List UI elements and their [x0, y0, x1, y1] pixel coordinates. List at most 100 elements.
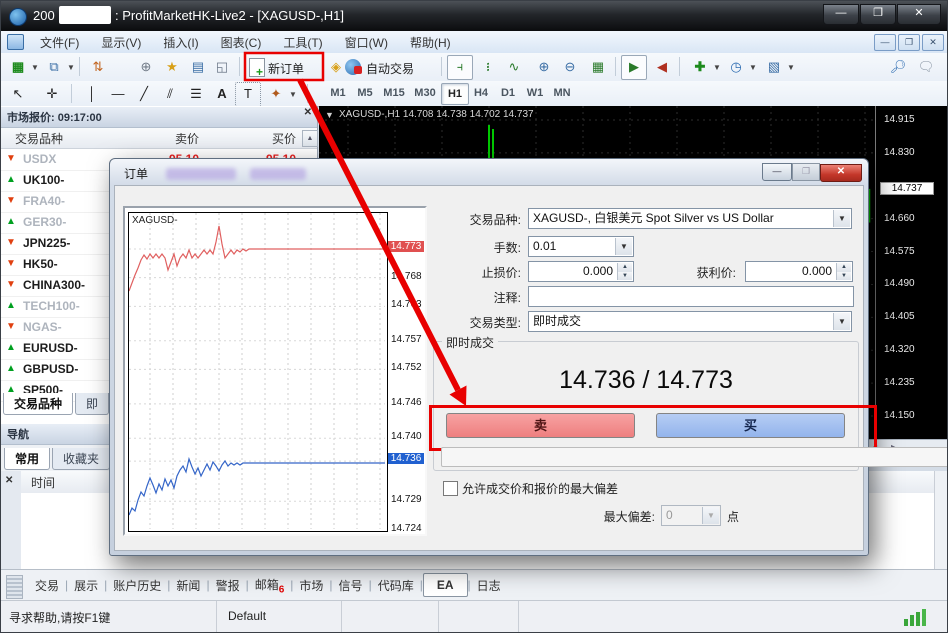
bottom-tab-展示[interactable]: 展示 — [68, 574, 104, 597]
terminal-scrollbar[interactable] — [934, 471, 948, 569]
data-window-icon[interactable]: ◱ — [209, 55, 235, 80]
shapes-dropdown-icon[interactable]: ▼ — [289, 90, 297, 99]
candlestick-mode-icon[interactable]: ᎒ — [475, 55, 501, 80]
new-chart-icon[interactable]: ▦ — [5, 55, 31, 80]
menu-item[interactable]: 窗口(W) — [334, 34, 399, 51]
dialog-minimize-button[interactable]: — — [762, 163, 792, 181]
max-deviation-select[interactable]: 0 ▼ — [661, 505, 721, 526]
tick-chart-icon[interactable]: ⇅ — [85, 55, 111, 80]
child-minimize-button[interactable]: — — [874, 34, 896, 51]
max-deviation-dropdown-icon[interactable]: ▼ — [702, 507, 719, 524]
menu-item[interactable]: 插入(I) — [152, 34, 209, 51]
column-sell[interactable]: 卖价 — [121, 130, 199, 147]
take-profit-input[interactable]: 0.000 ▲▼ — [745, 261, 853, 282]
bottom-tab-代码库[interactable]: 代码库 — [372, 574, 420, 597]
timeframe-H4[interactable]: H4 — [468, 83, 494, 103]
bottom-tab-交易[interactable]: 交易 — [29, 574, 65, 597]
search-icon[interactable]: 🔎︎ — [885, 55, 911, 80]
indicators-dropdown-icon[interactable]: ▼ — [713, 63, 721, 72]
volume-select[interactable]: 0.01 ▼ — [528, 236, 634, 257]
auto-trading-button[interactable]: 自动交易 — [345, 55, 437, 79]
auto-scroll-icon[interactable]: ▶ — [621, 55, 647, 80]
status-profile[interactable]: Default — [228, 609, 266, 623]
chat-icon[interactable]: 🗨︎ — [913, 55, 939, 80]
templates-icon[interactable]: ▧ — [761, 55, 787, 80]
text-label-tool-icon[interactable]: T — [235, 82, 261, 107]
menu-item[interactable]: 文件(F) — [29, 34, 90, 51]
profiles-icon[interactable]: ⧉ — [41, 55, 67, 80]
buy-button[interactable]: 买 — [656, 413, 845, 438]
line-chart-mode-icon[interactable]: ∿ — [501, 55, 527, 80]
bottom-tab-新闻[interactable]: 新闻 — [170, 574, 206, 597]
child-restore-button[interactable]: ❐ — [898, 34, 920, 51]
bottom-tab-EA[interactable]: EA — [423, 573, 468, 597]
periods-dropdown-icon[interactable]: ▼ — [749, 63, 757, 72]
channel-tool-icon[interactable]: ⫽ — [157, 82, 183, 107]
menu-item[interactable]: 图表(C) — [210, 34, 273, 51]
indicators-icon[interactable]: ✚ — [687, 55, 713, 80]
bottom-tab-信号[interactable]: 信号 — [333, 574, 369, 597]
scroll-up-icon[interactable]: ▲ — [302, 130, 318, 147]
bar-chart-mode-icon[interactable]: ⫞ — [447, 55, 473, 80]
terminal-close-icon[interactable]: ✕ — [5, 475, 13, 486]
timeframe-M30[interactable]: M30 — [410, 83, 440, 103]
stop-loss-input[interactable]: 0.000 ▲▼ — [528, 261, 634, 282]
chart-collapse-icon[interactable]: ▼ — [325, 110, 334, 120]
timeframe-M5[interactable]: M5 — [352, 83, 378, 103]
menu-item[interactable]: 帮助(H) — [399, 34, 462, 51]
timeframe-M15[interactable]: M15 — [379, 83, 409, 103]
tile-windows-icon[interactable]: ▦ — [585, 55, 611, 80]
stop-loss-spinner[interactable]: ▲▼ — [617, 263, 632, 280]
vertical-line-tool-icon[interactable]: │ — [79, 82, 105, 107]
navigator-tab[interactable]: 常用 — [4, 448, 50, 470]
timeframe-H1[interactable]: H1 — [441, 83, 469, 105]
close-button[interactable]: ✕ — [897, 4, 941, 25]
periods-clock-icon[interactable]: ◷ — [723, 55, 749, 80]
child-window-icon[interactable] — [7, 34, 24, 50]
shapes-tool-icon[interactable]: ✦ — [263, 82, 289, 107]
dock-grip-icon[interactable] — [6, 575, 23, 599]
bottom-tab-邮箱[interactable]: 邮箱6 — [249, 573, 291, 598]
market-watch-tab[interactable]: 即 — [75, 393, 109, 415]
take-profit-spinner[interactable]: ▲▼ — [836, 263, 851, 280]
bottom-tab-日志[interactable]: 日志 — [471, 574, 507, 597]
column-symbol[interactable]: 交易品种 — [15, 130, 63, 147]
order-type-dropdown-icon[interactable]: ▼ — [833, 313, 850, 330]
symbol-dropdown-icon[interactable]: ▼ — [833, 210, 850, 227]
terminal-time-column[interactable]: 时间 — [31, 474, 55, 491]
dialog-maximize-button[interactable]: ❐ — [792, 163, 820, 181]
maximize-button[interactable]: ❐ — [860, 4, 896, 25]
new-chart-dropdown-icon[interactable]: ▼ — [31, 63, 39, 72]
bottom-tab-市场[interactable]: 市场 — [293, 574, 329, 597]
favorites-folder-icon[interactable]: ★ — [159, 55, 185, 80]
menu-item[interactable]: 工具(T) — [272, 34, 333, 51]
bottom-tab-账户历史[interactable]: 账户历史 — [107, 574, 167, 597]
zoom-in-icon[interactable]: ⊕ — [531, 55, 557, 80]
trendline-tool-icon[interactable]: ╱ — [131, 82, 157, 107]
templates-dropdown-icon[interactable]: ▼ — [787, 63, 795, 72]
horizontal-line-tool-icon[interactable]: — — [105, 82, 131, 107]
cursor-tool-icon[interactable]: ↖ — [5, 82, 31, 107]
market-watch-close-icon[interactable]: ✕ — [304, 107, 312, 118]
column-buy[interactable]: 买价 — [206, 130, 296, 147]
dialog-close-button[interactable]: ✕ — [820, 164, 862, 182]
deviation-checkbox[interactable] — [443, 481, 458, 496]
timeframe-M1[interactable]: M1 — [325, 83, 351, 103]
market-watch-panel-icon[interactable]: ▤ — [185, 55, 211, 80]
timeframe-MN[interactable]: MN — [549, 83, 575, 103]
timeframe-D1[interactable]: D1 — [495, 83, 521, 103]
sell-button[interactable]: 卖 — [446, 413, 635, 438]
text-tool-icon[interactable]: A — [209, 82, 235, 107]
symbol-select[interactable]: XAGUSD-, 白银美元 Spot Silver vs US Dollar ▼ — [528, 208, 852, 229]
volume-dropdown-icon[interactable]: ▼ — [615, 238, 632, 255]
menu-item[interactable]: 显示(V) — [90, 34, 152, 51]
navigator-tab[interactable]: 收藏夹 — [52, 448, 110, 470]
child-close-button[interactable]: ✕ — [922, 34, 944, 51]
comment-input[interactable] — [528, 286, 854, 307]
market-watch-tab[interactable]: 交易品种 — [3, 393, 73, 415]
order-type-select[interactable]: 即时成交 ▼ — [528, 311, 852, 332]
new-order-button[interactable]: + 新订单 — [247, 55, 321, 79]
zoom-out-icon[interactable]: ⊖ — [557, 55, 583, 80]
profiles-dropdown-icon[interactable]: ▼ — [67, 63, 75, 72]
crosshair-tool-icon[interactable]: ✛ — [39, 82, 65, 107]
